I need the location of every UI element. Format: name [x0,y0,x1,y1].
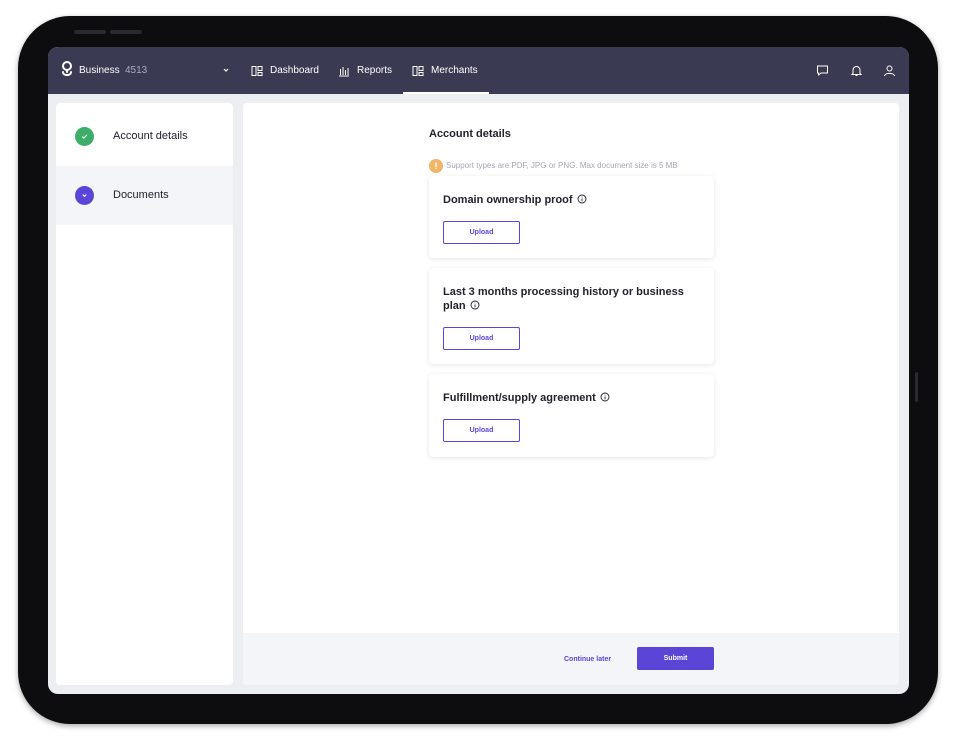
dashboard-icon [251,65,263,76]
document-title: Domain ownership proof [443,193,587,207]
upload-hint: Support types are PDF, JPG or PNG. Max d… [446,161,678,170]
step-label: Documents [113,189,169,201]
business-id: 4513 [125,65,148,76]
warning-icon: ! [429,159,443,173]
info-icon[interactable] [470,300,480,310]
upload-button[interactable]: Upload [443,221,520,244]
brand-logo-icon [62,61,72,76]
chat-icon[interactable] [816,64,829,77]
step-documents[interactable]: Documents [56,166,233,225]
nav-merchants[interactable]: Merchants [412,47,478,94]
device-button [74,30,106,34]
device-side-button [915,372,918,402]
document-card: Fulfillment/supply agreement Upload [429,374,714,457]
document-card: Last 3 months processing history or busi… [429,268,714,364]
info-icon[interactable] [577,194,587,204]
steps-sidebar: Account details Documents [56,103,233,685]
chevron-down-icon [82,194,87,198]
bell-icon[interactable] [850,64,863,77]
document-title: Fulfillment/supply agreement [443,391,610,405]
upload-button[interactable]: Upload [443,327,520,350]
step-account-details[interactable]: Account details [56,107,233,166]
app-screen: Business 4513 Dashboard Reports Merchant… [48,47,909,694]
main-panel: Account details ! Support types are PDF,… [243,103,899,685]
form-footer: Continue later Submit [243,633,899,685]
user-icon[interactable] [883,64,896,77]
document-title: Last 3 months processing history or busi… [443,286,684,312]
step-complete-badge [75,127,94,146]
step-current-badge [75,186,94,205]
page-title: Account details [429,128,511,140]
nav-reports[interactable]: Reports [338,47,392,94]
nav-merchants-label: Merchants [431,65,478,76]
nav-reports-label: Reports [357,65,393,76]
chevron-down-icon[interactable] [221,65,231,75]
upload-button[interactable]: Upload [443,419,520,442]
nav-dashboard-label: Dashboard [270,65,319,76]
active-tab-indicator [403,92,489,94]
reports-icon [339,66,349,76]
nav-dashboard[interactable]: Dashboard [251,47,319,94]
business-selector-label[interactable]: Business [79,65,120,76]
info-icon[interactable] [600,392,610,402]
submit-button[interactable]: Submit [637,647,714,670]
top-navigation-bar: Business 4513 Dashboard Reports Merchant… [48,47,909,94]
check-icon [81,134,88,139]
merchants-icon [412,65,424,76]
continue-later-link[interactable]: Continue later [564,656,611,663]
device-button [110,30,142,34]
document-card: Domain ownership proof Upload [429,176,714,258]
step-label: Account details [113,130,188,142]
